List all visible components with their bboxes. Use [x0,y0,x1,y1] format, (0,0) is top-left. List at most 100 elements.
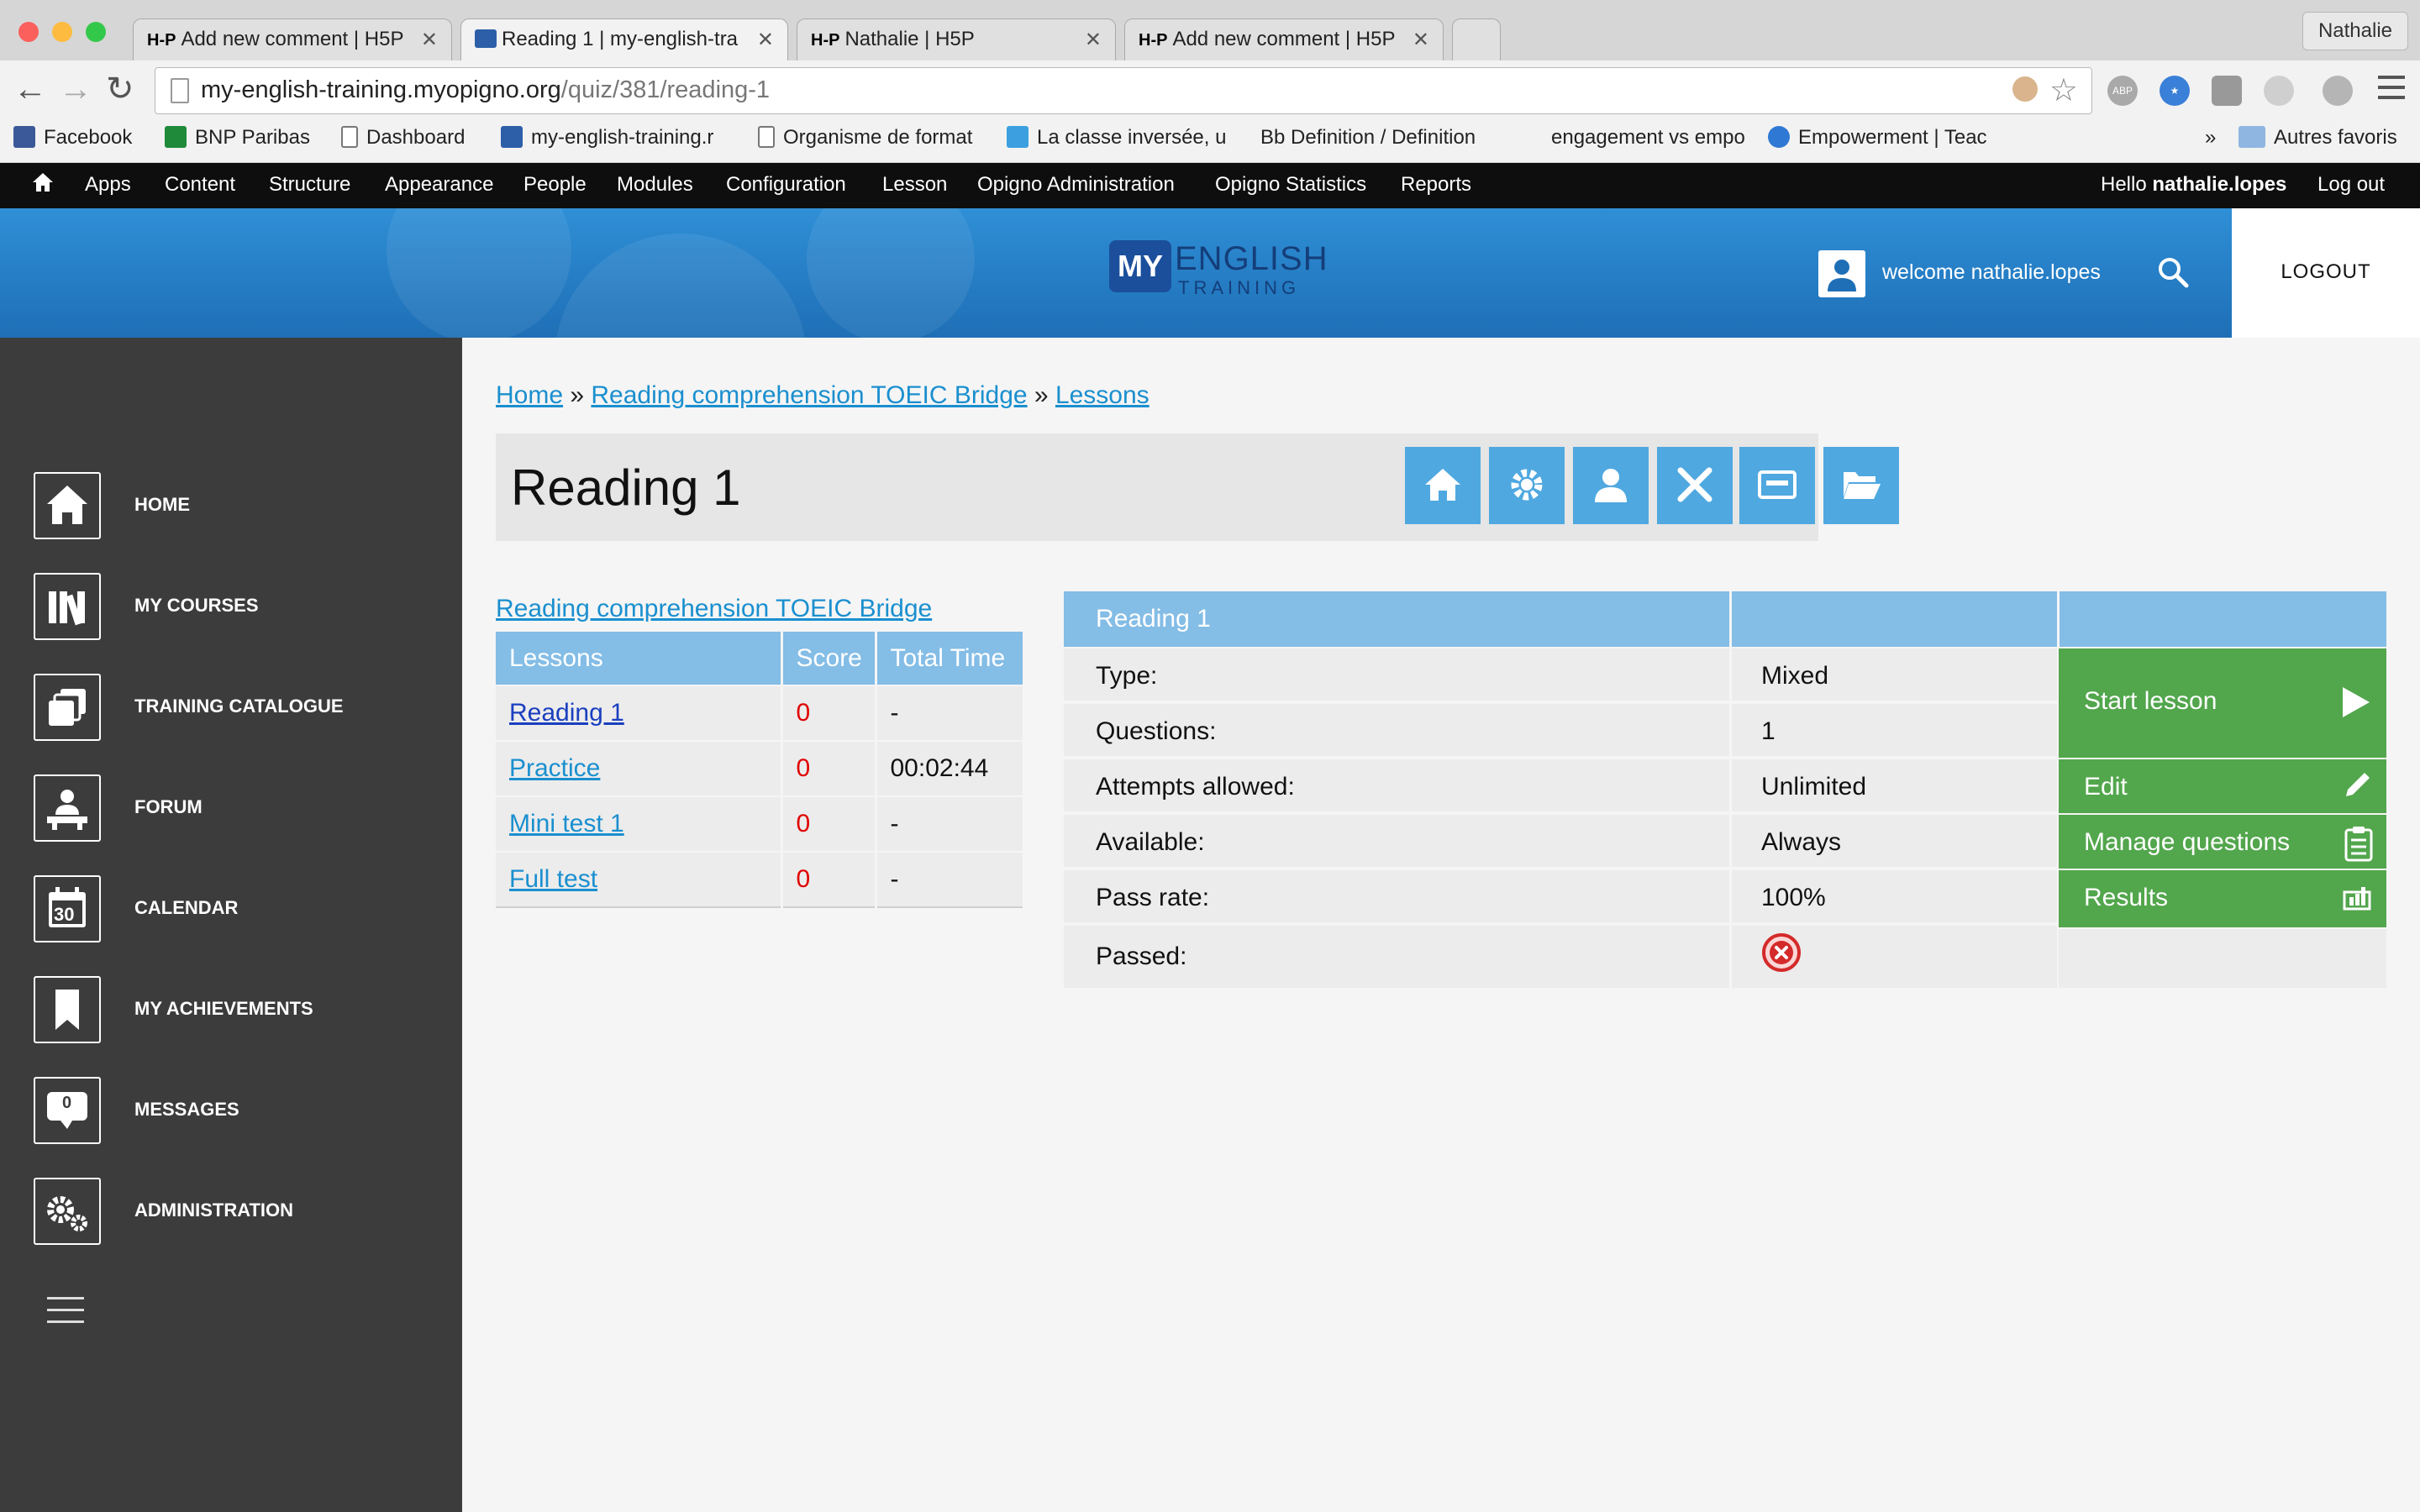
sidebar-item-my-courses[interactable]: MY COURSES [34,573,454,640]
course-files-button[interactable] [1823,447,1899,524]
start-lesson-button[interactable]: Start lesson [2059,647,2386,758]
course-home-button[interactable] [1405,447,1481,524]
new-tab-button[interactable] [1452,18,1501,60]
breadcrumb-course-link[interactable]: Reading comprehension TOEIC Bridge [591,381,1027,409]
admin-menu-people[interactable]: People [523,173,587,197]
ep-icon [1007,126,1028,148]
forward-icon[interactable]: → [59,72,92,106]
bookmark-item[interactable]: Organisme de format [758,126,985,150]
bookmark-item[interactable]: Bb Definition / Definition [1260,126,1512,150]
drive-icon[interactable] [2264,76,2294,106]
admin-logout-link[interactable]: Log out [2317,173,2385,197]
admin-menu-structure[interactable]: Structure [269,173,350,197]
admin-menu-opigno-statistics[interactable]: Opigno Statistics [1215,173,1366,197]
back-icon[interactable]: ← [13,72,47,106]
reload-icon[interactable]: ↻ [106,72,134,106]
clipboard-icon [2344,825,2373,869]
admin-home-icon[interactable] [32,171,54,199]
edit-button[interactable]: Edit [2059,758,2386,813]
sidebar-item-my-achievements[interactable]: MY ACHIEVEMENTS [34,976,454,1043]
lesson-link[interactable]: Practice [509,754,600,782]
admin-menu-modules[interactable]: Modules [617,173,693,197]
close-tab-icon[interactable]: ✕ [421,28,438,52]
results-icon [2341,880,2373,919]
course-link[interactable]: Reading comprehension TOEIC Bridge [496,595,932,623]
course-settings-button[interactable] [1489,447,1565,524]
breadcrumb-lessons-link[interactable]: Lessons [1055,381,1150,409]
course-members-button[interactable] [1573,447,1649,524]
sidebar-item-label: MY COURSES [134,595,259,616]
browser-tab[interactable]: H-P Add new comment | H5P ✕ [133,18,452,60]
bookmark-star-extension-icon[interactable]: ★ [2160,76,2190,106]
extension-icon[interactable] [2212,76,2242,106]
admin-menu-lesson[interactable]: Lesson [882,173,947,197]
empowerment-icon [1768,126,1790,148]
admin-menu-content[interactable]: Content [165,173,235,197]
sidebar-item-training-catalogue[interactable]: TRAINING CATALOGUE [34,674,454,741]
lessons-table: Lessons Score Total Time Reading 1 0 - P… [496,632,1025,908]
bookmark-label: BNP Paribas [195,126,310,149]
results-button[interactable]: Results [2059,869,2386,927]
breadcrumb-home-link[interactable]: Home [496,381,563,409]
admin-menu-appearance[interactable]: Appearance [385,173,493,197]
bookmark-label: Organisme de format [783,126,973,149]
sidebar-item-messages[interactable]: 0 MESSAGES [34,1077,454,1144]
bookmark-item[interactable]: my-english-training.r [501,126,728,150]
welcome-text: welcome nathalie.lopes [1882,260,2101,284]
bookmark-item[interactable]: Dashboard [341,126,492,150]
cookie-blocked-icon[interactable] [2012,76,2038,102]
other-bookmarks-folder[interactable]: Autres favoris [2238,126,2397,150]
tab-label: Reading 1 | my-english-tra [502,28,739,50]
lesson-link[interactable]: Reading 1 [509,699,624,727]
address-bar[interactable]: my-english-training.myopigno.org/quiz/38… [155,67,2092,114]
hamburger-menu-icon[interactable] [47,1297,84,1327]
table-row: Reading 1 0 - [496,685,1025,741]
page-icon [341,126,358,148]
breadcrumb-separator: » [1027,381,1055,409]
profile-button[interactable]: Nathalie [2302,12,2408,50]
bookmark-item[interactable]: Facebook [13,126,156,150]
bookmark-item[interactable]: La classe inversée, u [1007,126,1237,150]
user-icon[interactable] [1818,250,1865,297]
close-tab-icon[interactable]: ✕ [1085,28,1102,52]
admin-user-greeting[interactable]: Hello nathalie.lopes [2101,173,2286,197]
url-path: /quiz/381/reading-1 [560,76,771,103]
bookmark-item[interactable]: BNP Paribas [165,126,333,150]
extension-icon[interactable] [2323,76,2353,106]
sidebar-item-forum[interactable]: FORUM [34,774,454,842]
admin-menu-apps[interactable]: Apps [85,173,131,197]
course-tools-button[interactable] [1657,447,1733,524]
admin-menu-opigno-administration[interactable]: Opigno Administration [977,173,1175,197]
lesson-cell: Mini test 1 [496,795,783,852]
adblock-icon[interactable]: ABP [2107,76,2138,106]
close-tab-icon[interactable]: ✕ [1413,28,1429,52]
more-bookmarks-button[interactable]: » [2205,126,2216,150]
bookmark-item[interactable]: Empowerment | Teac [1768,126,2003,150]
admin-menu-reports[interactable]: Reports [1401,173,1471,197]
close-window-button[interactable] [18,22,39,42]
maximize-window-button[interactable] [86,22,106,42]
sidebar-item-calendar[interactable]: 30 CALENDAR [34,875,454,942]
sidebar-item-administration[interactable]: ADMINISTRATION [34,1178,454,1245]
logout-button[interactable]: LOGOUT [2232,208,2420,338]
browser-tab-active[interactable]: Reading 1 | my-english-tra ✕ [460,18,788,60]
admin-menu-configuration[interactable]: Configuration [726,173,846,197]
sidebar: HOME MY COURSES TRAINING CATALOGUE FORUM… [0,338,462,1512]
close-tab-icon[interactable]: ✕ [757,28,774,52]
lesson-link[interactable]: Full test [509,865,597,893]
minimize-window-button[interactable] [52,22,72,42]
tab-label: Add new comment | H5P [1172,28,1396,50]
breadcrumb: Home » Reading comprehension TOEIC Bridg… [496,381,1150,410]
manage-questions-button[interactable]: Manage questions [2059,813,2386,869]
search-icon[interactable] [2156,255,2190,289]
star-icon[interactable]: ☆ [2049,71,2078,109]
lesson-link[interactable]: Mini test 1 [509,810,624,837]
browser-tab[interactable]: H-P Nathalie | H5P ✕ [797,18,1116,60]
course-presentation-button[interactable] [1739,447,1815,524]
browser-tab[interactable]: H-P Add new comment | H5P ✕ [1124,18,1444,60]
hello-text: Hello [2101,173,2153,196]
sidebar-item-home[interactable]: HOME [34,472,454,539]
bookmark-item[interactable]: engagement vs empo [1551,126,1744,150]
header-decoration [555,234,807,338]
menu-icon[interactable] [2378,76,2405,99]
